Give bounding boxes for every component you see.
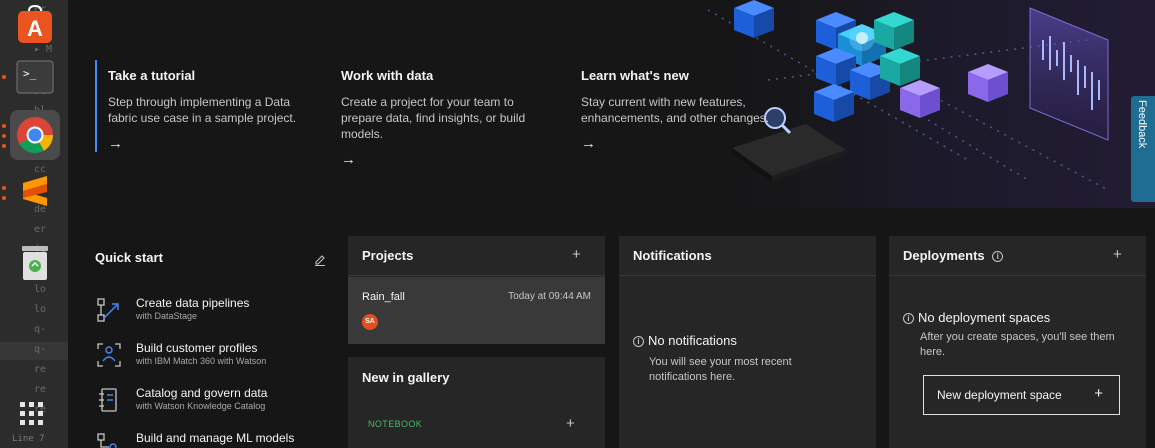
project-timestamp: Today at 09:44 AM [508, 291, 591, 302]
trash-icon [22, 246, 48, 280]
running-indicator [2, 144, 6, 148]
quick-start-item[interactable]: Catalog and govern data with Watson Know… [95, 386, 267, 414]
whats-new-card[interactable]: Learn what's new Stay current with new f… [581, 60, 781, 152]
chrome-icon [17, 117, 54, 154]
tile-header: Projects + [348, 236, 605, 276]
show-apps-icon[interactable] [20, 402, 43, 425]
tutorial-card[interactable]: Take a tutorial Step through implementin… [95, 60, 308, 152]
deployments-title-row: Deployments i [903, 248, 1007, 263]
add-gallery-item-button[interactable]: + [566, 415, 575, 432]
notifications-title: Notifications [633, 248, 712, 263]
empty-state-title: i No deployment spaces [903, 310, 1050, 325]
card-title: Learn what's new [581, 68, 689, 83]
quick-start-item-title: Build and manage ML models [136, 431, 295, 445]
add-deployment-button[interactable]: + [1113, 246, 1122, 263]
svg-text:>_: >_ [23, 67, 37, 80]
running-indicator [2, 124, 6, 128]
quick-start-item[interactable]: Create data pipelines with DataStage [95, 296, 249, 324]
projects-title: Projects [362, 248, 414, 263]
chrome-launcher[interactable] [10, 110, 60, 160]
ghost-line: q- [34, 344, 47, 355]
quick-start-item-title: Create data pipelines [136, 296, 250, 310]
new-deployment-space-button[interactable]: New deployment space + [923, 375, 1120, 415]
running-indicator [2, 186, 6, 190]
empty-state-text: After you create spaces, you'll see them… [920, 331, 1115, 358]
ghost-line: re [34, 384, 47, 395]
card-text: Step through implementing a Data fabric … [108, 95, 297, 125]
card-title: Work with data [341, 68, 434, 83]
pipeline-icon [97, 298, 119, 322]
terminal-launcher[interactable]: >_ [10, 52, 60, 102]
quick-start-title: Quick start [95, 250, 163, 265]
quick-start-item[interactable]: Build and manage ML models [95, 431, 294, 448]
info-icon: i [903, 313, 914, 324]
card-text: Stay current with new features, enhancem… [581, 95, 770, 125]
ghost-line: er [34, 224, 47, 235]
notifications-tile: Notifications i No notifications You will… [619, 236, 876, 448]
deployments-title: Deployments [903, 248, 985, 263]
running-indicator [2, 134, 6, 138]
sublime-text-launcher[interactable] [10, 166, 60, 216]
notebook-tag: NOTEBOOK [368, 419, 423, 429]
editor-status-text: Line 7 [12, 434, 45, 444]
launcher-dock: er lo ▸ M st bl bl bl cc cc de er jq la … [0, 0, 68, 448]
svg-text:A: A [27, 16, 43, 41]
quick-start-panel: Quick start Create data pipelines with D… [82, 236, 338, 448]
button-label: New deployment space [937, 388, 1062, 402]
gallery-title: New in gallery [362, 370, 450, 385]
empty-state-text: You will see your most recent notificati… [649, 356, 792, 383]
work-with-data-card[interactable]: Work with data Create a project for your… [341, 60, 541, 168]
arrow-right-icon[interactable]: → [108, 135, 308, 152]
quick-start-item-subtitle: with DataStage [136, 311, 198, 321]
empty-state-title-text: No deployment spaces [918, 310, 1051, 325]
trash-launcher[interactable] [10, 238, 60, 288]
ghost-line: lo [34, 304, 47, 315]
empty-state-title: i No notifications [633, 333, 737, 348]
card-title: Take a tutorial [108, 68, 196, 83]
project-row[interactable]: Rain_fall Today at 09:44 AM SA [348, 277, 605, 344]
project-name: Rain_fall [362, 291, 405, 303]
arrow-right-icon[interactable]: → [341, 151, 541, 168]
ml-model-icon [97, 433, 117, 448]
empty-state-title-text: No notifications [648, 333, 737, 348]
plus-icon: + [1094, 385, 1103, 402]
quick-start-item-title: Build customer profiles [136, 341, 258, 355]
tile-header: Deployments i + [889, 236, 1146, 276]
quick-start-item-subtitle: with Watson Knowledge Catalog [136, 401, 266, 411]
info-icon[interactable]: i [992, 251, 1004, 262]
quick-start-item[interactable]: Build customer profiles with IBM Match 3… [95, 341, 266, 369]
customer-profile-icon [97, 343, 121, 367]
arrow-right-icon[interactable]: → [581, 135, 781, 152]
feedback-tab[interactable]: Feedback [1131, 96, 1155, 202]
add-project-button[interactable]: + [572, 246, 581, 263]
running-indicator [2, 75, 6, 79]
app-store-icon: A [18, 5, 52, 43]
terminal-icon: >_ [16, 60, 54, 94]
tile-header: Notifications [619, 236, 876, 276]
deployments-tile: Deployments i + i No deployment spaces Af… [889, 236, 1146, 448]
tutorial-hero: Take a tutorial Step through implementin… [68, 0, 1155, 208]
card-text: Create a project for your team to prepar… [341, 95, 526, 141]
projects-tile: Projects + Rain_fall Today at 09:44 AM S… [348, 236, 605, 344]
new-in-gallery-tile: New in gallery NOTEBOOK + [348, 357, 605, 448]
app-store-launcher[interactable]: A [10, 0, 60, 50]
avatar: SA [362, 314, 378, 330]
info-icon: i [633, 336, 644, 347]
quick-start-item-title: Catalog and govern data [136, 386, 268, 400]
ghost-line: q- [34, 324, 47, 335]
edit-icon[interactable] [314, 254, 326, 266]
ghost-line: re [34, 364, 47, 375]
sublime-text-icon [23, 176, 47, 206]
quick-start-item-subtitle: with IBM Match 360 with Watson [136, 356, 267, 366]
catalog-icon [99, 388, 117, 412]
feedback-label: Feedback [1136, 100, 1148, 149]
running-indicator [2, 196, 6, 200]
